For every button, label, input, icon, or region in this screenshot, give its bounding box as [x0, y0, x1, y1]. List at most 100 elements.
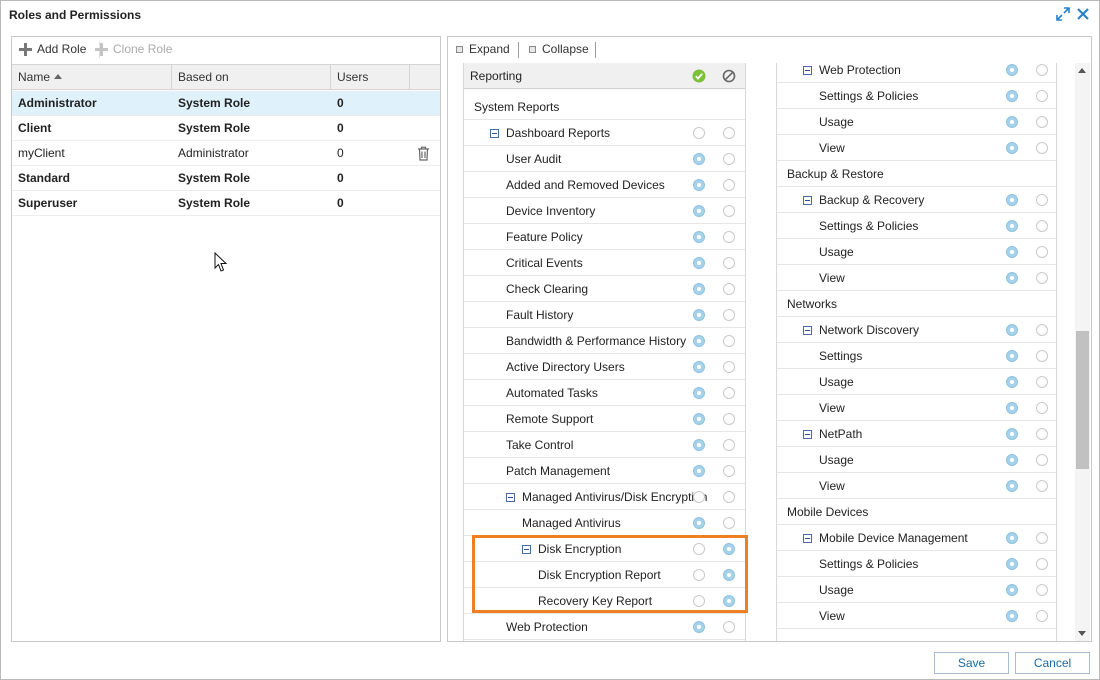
expand-window-icon[interactable] — [1055, 6, 1071, 22]
deny-radio[interactable] — [1036, 402, 1048, 414]
allow-radio[interactable] — [693, 309, 705, 321]
allow-radio[interactable] — [693, 621, 705, 633]
deny-radio[interactable] — [1036, 324, 1048, 336]
deny-radio[interactable] — [723, 517, 735, 529]
collapse-toggle-icon[interactable] — [803, 430, 812, 439]
delete-role-icon[interactable] — [417, 146, 430, 161]
allow-radio[interactable] — [1006, 350, 1018, 362]
deny-radio[interactable] — [723, 283, 735, 295]
collapse-toggle-icon[interactable] — [803, 326, 812, 335]
clone-role-button[interactable]: Clone Role — [95, 42, 172, 56]
allow-radio[interactable] — [693, 231, 705, 243]
allow-radio[interactable] — [1006, 480, 1018, 492]
deny-all-block-icon[interactable] — [722, 69, 736, 83]
allow-radio[interactable] — [1006, 272, 1018, 284]
allow-radio[interactable] — [693, 413, 705, 425]
allow-radio[interactable] — [693, 153, 705, 165]
deny-radio[interactable] — [723, 153, 735, 165]
table-row[interactable]: Superuser System Role 0 — [12, 191, 440, 216]
deny-radio[interactable] — [1036, 350, 1048, 362]
deny-radio[interactable] — [723, 179, 735, 191]
allow-radio[interactable] — [1006, 532, 1018, 544]
allow-radio[interactable] — [693, 179, 705, 191]
deny-radio[interactable] — [1036, 532, 1048, 544]
allow-radio[interactable] — [1006, 610, 1018, 622]
collapse-all-button[interactable]: Collapse — [529, 42, 589, 56]
deny-radio[interactable] — [1036, 194, 1048, 206]
deny-radio[interactable] — [723, 413, 735, 425]
deny-radio[interactable] — [1036, 610, 1048, 622]
deny-radio[interactable] — [723, 231, 735, 243]
deny-radio[interactable] — [1036, 272, 1048, 284]
deny-radio[interactable] — [1036, 584, 1048, 596]
allow-radio[interactable] — [1006, 402, 1018, 414]
collapse-toggle-icon[interactable] — [803, 534, 812, 543]
allow-radio[interactable] — [1006, 142, 1018, 154]
column-header-users[interactable]: Users — [331, 65, 410, 89]
collapse-toggle-icon[interactable] — [506, 493, 515, 502]
deny-radio[interactable] — [723, 361, 735, 373]
allow-radio[interactable] — [693, 387, 705, 399]
scroll-down-arrow-icon[interactable] — [1078, 631, 1086, 636]
allow-radio[interactable] — [693, 491, 705, 503]
deny-radio[interactable] — [1036, 428, 1048, 440]
deny-radio[interactable] — [1036, 142, 1048, 154]
table-row[interactable]: myClient Administrator 0 — [12, 141, 440, 166]
allow-radio[interactable] — [693, 517, 705, 529]
deny-radio[interactable] — [1036, 454, 1048, 466]
scroll-up-arrow-icon[interactable] — [1078, 68, 1086, 73]
deny-radio[interactable] — [723, 595, 735, 607]
allow-radio[interactable] — [1006, 558, 1018, 570]
deny-radio[interactable] — [1036, 480, 1048, 492]
collapse-toggle-icon[interactable] — [490, 129, 499, 138]
deny-radio[interactable] — [1036, 558, 1048, 570]
deny-radio[interactable] — [723, 257, 735, 269]
allow-radio[interactable] — [1006, 116, 1018, 128]
column-header-name[interactable]: Name — [12, 65, 172, 89]
allow-radio[interactable] — [693, 283, 705, 295]
deny-radio[interactable] — [1036, 220, 1048, 232]
deny-radio[interactable] — [723, 309, 735, 321]
deny-radio[interactable] — [723, 491, 735, 503]
deny-radio[interactable] — [723, 621, 735, 633]
deny-radio[interactable] — [1036, 90, 1048, 102]
collapse-toggle-icon[interactable] — [803, 66, 812, 75]
allow-all-check-icon[interactable] — [692, 69, 706, 83]
deny-radio[interactable] — [1036, 376, 1048, 388]
scrollbar-thumb[interactable] — [1076, 331, 1089, 469]
allow-radio[interactable] — [693, 569, 705, 581]
deny-radio[interactable] — [723, 465, 735, 477]
allow-radio[interactable] — [693, 465, 705, 477]
allow-radio[interactable] — [693, 595, 705, 607]
allow-radio[interactable] — [1006, 90, 1018, 102]
table-row[interactable]: Administrator System Role 0 — [12, 91, 440, 116]
deny-radio[interactable] — [1036, 64, 1048, 76]
allow-radio[interactable] — [693, 127, 705, 139]
allow-radio[interactable] — [693, 543, 705, 555]
allow-radio[interactable] — [693, 205, 705, 217]
deny-radio[interactable] — [1036, 116, 1048, 128]
allow-radio[interactable] — [1006, 220, 1018, 232]
allow-radio[interactable] — [693, 361, 705, 373]
deny-radio[interactable] — [723, 387, 735, 399]
allow-radio[interactable] — [693, 335, 705, 347]
allow-radio[interactable] — [1006, 376, 1018, 388]
allow-radio[interactable] — [1006, 454, 1018, 466]
deny-radio[interactable] — [723, 569, 735, 581]
collapse-toggle-icon[interactable] — [522, 545, 531, 554]
allow-radio[interactable] — [1006, 584, 1018, 596]
deny-radio[interactable] — [723, 543, 735, 555]
table-row[interactable]: Client System Role 0 — [12, 116, 440, 141]
allow-radio[interactable] — [1006, 246, 1018, 258]
allow-radio[interactable] — [1006, 64, 1018, 76]
deny-radio[interactable] — [723, 439, 735, 451]
close-icon[interactable] — [1075, 6, 1091, 22]
allow-radio[interactable] — [693, 439, 705, 451]
add-role-button[interactable]: Add Role — [19, 42, 86, 56]
allow-radio[interactable] — [1006, 428, 1018, 440]
allow-radio[interactable] — [1006, 324, 1018, 336]
table-row[interactable]: Standard System Role 0 — [12, 166, 440, 191]
allow-radio[interactable] — [693, 257, 705, 269]
allow-radio[interactable] — [1006, 194, 1018, 206]
deny-radio[interactable] — [723, 335, 735, 347]
